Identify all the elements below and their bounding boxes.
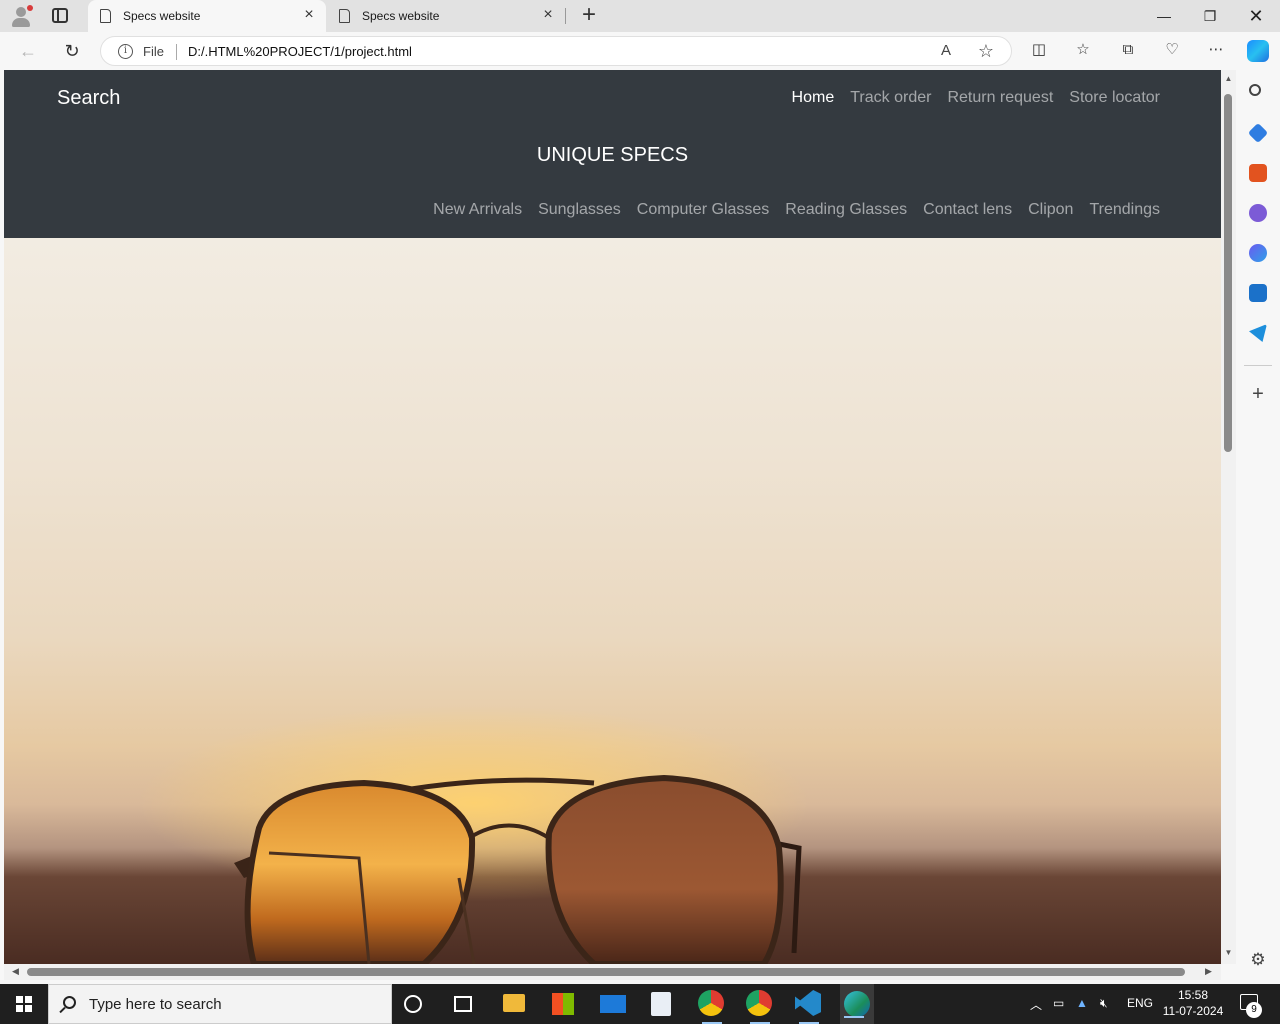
clock-time: 15:58 — [1177, 988, 1209, 1002]
category-computer-glasses[interactable]: Computer Glasses — [637, 201, 770, 219]
nav-return-request[interactable]: Return request — [947, 89, 1053, 107]
category-nav: New Arrivals Sunglasses Computer Glasses… — [433, 201, 1160, 219]
category-sunglasses[interactable]: Sunglasses — [538, 201, 621, 219]
url-text[interactable]: D:/.HTML%20PROJECT/1/project.html — [188, 44, 412, 59]
category-reading-glasses[interactable]: Reading Glasses — [785, 201, 907, 219]
chevron-up-icon[interactable]: ︿ — [1030, 996, 1042, 1013]
info-icon[interactable]: i — [118, 44, 133, 59]
volume-muted-icon[interactable]: 🔇︎ — [1100, 996, 1108, 1011]
top-nav: Home Track order Return request Store lo… — [792, 89, 1160, 107]
scroll-up-icon[interactable]: ▲ — [1224, 74, 1233, 83]
back-icon[interactable]: ← — [16, 40, 40, 62]
tab-separator — [565, 8, 566, 24]
games-icon[interactable] — [1249, 204, 1267, 222]
system-clock[interactable]: 15:58 11-07-2024 — [1160, 987, 1226, 1019]
address-separator — [176, 44, 177, 60]
close-icon[interactable]: ✕ — [1233, 0, 1279, 32]
notepad-icon[interactable] — [651, 992, 671, 1016]
close-icon[interactable]: × — [302, 7, 316, 23]
scroll-left-icon[interactable]: ◀ — [12, 966, 19, 977]
favorite-star-icon[interactable]: ☆ — [977, 42, 995, 60]
mail-icon[interactable] — [600, 995, 626, 1013]
sidebar-separator — [1244, 365, 1272, 366]
nav-home[interactable]: Home — [792, 89, 835, 107]
nav-track-order[interactable]: Track order — [850, 89, 931, 107]
tab-specs-website-2[interactable]: Specs website × — [327, 0, 565, 32]
category-clipon[interactable]: Clipon — [1028, 201, 1073, 219]
windows-start-icon[interactable] — [16, 996, 32, 1012]
site-header: Search Home Track order Return request S… — [4, 70, 1221, 238]
edge-sidebar: + ⚙ — [1236, 70, 1280, 984]
windows-taskbar: Type here to search ︿ ▭ ▲ 🔇︎ ENG 15:58 1… — [0, 984, 1280, 1024]
collections-icon[interactable]: ⧉ — [1118, 40, 1138, 60]
favorites-icon[interactable]: ☆ — [1073, 40, 1093, 60]
browser-tab-bar: Specs website × Specs website × + — ❐ ✕ — [0, 0, 1280, 32]
clock-date: 11-07-2024 — [1162, 1004, 1224, 1018]
network-icon[interactable]: ▭ — [1053, 996, 1064, 1010]
horizontal-scrollbar[interactable]: ◀ ▶ — [4, 964, 1221, 980]
sidebar-search-icon[interactable] — [1249, 84, 1261, 96]
profile-icon[interactable] — [10, 5, 33, 27]
split-screen-icon[interactable]: ◫ — [1029, 40, 1049, 60]
store-icon[interactable] — [552, 993, 574, 1015]
address-bar[interactable]: i File D:/.HTML%20PROJECT/1/project.html… — [100, 36, 1012, 66]
outlook-icon[interactable] — [1249, 284, 1267, 302]
category-trendings[interactable]: Trendings — [1089, 201, 1160, 219]
brand-title: UNIQUE SPECS — [536, 144, 689, 166]
category-new-arrivals[interactable]: New Arrivals — [433, 201, 522, 219]
notification-count-badge: 9 — [1246, 1002, 1262, 1018]
nav-store-locator[interactable]: Store locator — [1069, 89, 1160, 107]
scrollbar-thumb[interactable] — [1224, 94, 1232, 452]
address-toolbar: ← ↻ i File D:/.HTML%20PROJECT/1/project.… — [0, 32, 1280, 70]
tab-title: Specs website — [123, 9, 201, 23]
tools-icon[interactable] — [1249, 164, 1267, 182]
scrollbar-thumb[interactable] — [27, 968, 1185, 976]
search-link[interactable]: Search — [57, 87, 120, 110]
scroll-right-icon[interactable]: ▶ — [1205, 966, 1212, 977]
scheme-label: File — [143, 44, 164, 59]
m365-icon[interactable] — [1249, 244, 1267, 262]
language-indicator[interactable]: ENG — [1127, 996, 1153, 1010]
edge-icon[interactable] — [840, 984, 874, 1024]
browser-essentials-icon[interactable]: ♡ — [1162, 40, 1182, 60]
search-icon — [63, 996, 76, 1009]
vscode-icon[interactable] — [795, 990, 823, 1024]
more-icon[interactable]: ⋯ — [1206, 40, 1226, 60]
tab-title: Specs website — [362, 9, 440, 23]
taskbar-search-placeholder: Type here to search — [89, 996, 222, 1013]
page-icon — [339, 9, 350, 23]
vertical-scrollbar[interactable]: ▲ ▼ — [1221, 70, 1236, 964]
telegram-icon[interactable] — [1249, 324, 1267, 342]
tab-actions-icon[interactable] — [52, 8, 68, 23]
restore-icon[interactable]: ❐ — [1187, 0, 1233, 32]
page-viewport: Search Home Track order Return request S… — [4, 70, 1221, 964]
scroll-down-icon[interactable]: ▼ — [1224, 948, 1233, 957]
close-icon[interactable]: × — [541, 7, 555, 23]
cortana-icon[interactable] — [404, 995, 422, 1013]
chrome-icon[interactable] — [746, 990, 774, 1024]
onedrive-icon[interactable]: ▲ — [1076, 996, 1088, 1010]
read-aloud-icon[interactable]: A — [937, 42, 955, 60]
task-view-icon[interactable] — [454, 996, 472, 1012]
settings-icon[interactable]: ⚙ — [1249, 951, 1267, 969]
chrome-icon[interactable] — [698, 990, 726, 1024]
tab-specs-website-1[interactable]: Specs website × — [88, 0, 326, 32]
category-contact-lens[interactable]: Contact lens — [923, 201, 1012, 219]
refresh-icon[interactable]: ↻ — [60, 40, 84, 62]
new-tab-icon[interactable]: + — [578, 3, 600, 27]
add-icon[interactable]: + — [1249, 384, 1267, 404]
minimize-icon[interactable]: — — [1141, 0, 1187, 32]
copilot-icon[interactable] — [1247, 40, 1269, 62]
hero-image-sunglasses — [4, 238, 1221, 964]
taskbar-search-box[interactable]: Type here to search — [48, 984, 392, 1024]
sunglasses-illustration — [234, 774, 802, 964]
page-icon — [100, 9, 111, 23]
shopping-icon[interactable] — [1247, 122, 1269, 144]
file-explorer-icon[interactable] — [503, 994, 525, 1012]
